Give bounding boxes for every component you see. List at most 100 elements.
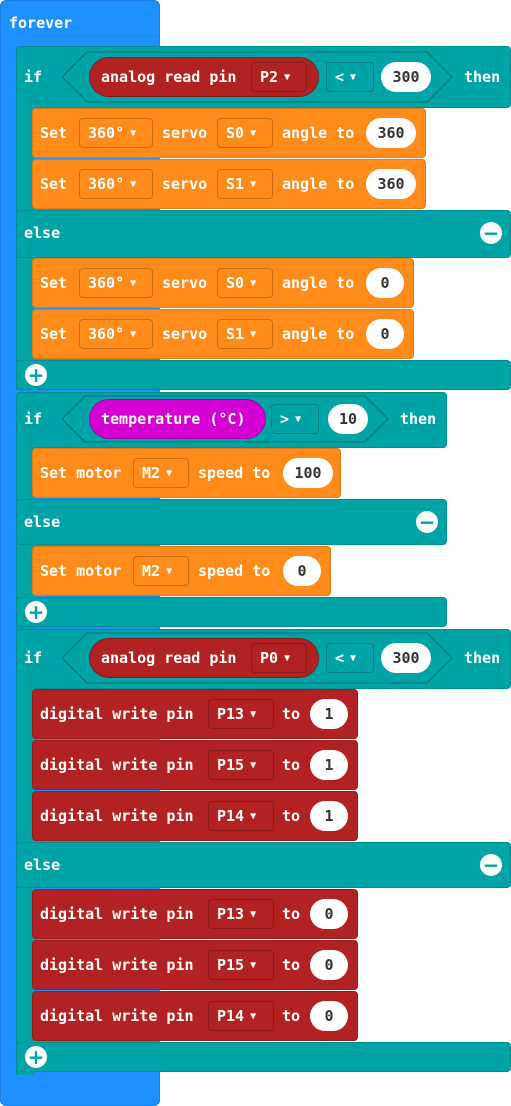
digital-write-label: digital write pin bbox=[40, 1007, 194, 1025]
threshold-input[interactable]: 10 bbox=[328, 404, 368, 434]
servo-type-dropdown[interactable]: 360° ▼ bbox=[79, 268, 153, 298]
analog-read-pin-label: analog read pin bbox=[101, 649, 237, 667]
servo-label: servo bbox=[162, 274, 208, 292]
angle-to-label: angle to bbox=[282, 325, 355, 343]
else-label: else bbox=[24, 513, 61, 531]
caret-down-icon: ▼ bbox=[250, 179, 257, 190]
if-block-2-footer bbox=[16, 597, 447, 627]
caret-down-icon: ▼ bbox=[350, 72, 357, 83]
digital-write-label: digital write pin bbox=[40, 705, 194, 723]
to-label: to bbox=[282, 705, 301, 723]
caret-down-icon: ▼ bbox=[350, 653, 357, 664]
pin-dropdown[interactable]: P2 ▼ bbox=[251, 62, 307, 92]
pin-dropdown[interactable]: P13 ▼ bbox=[208, 899, 274, 929]
servo-label: servo bbox=[162, 175, 208, 193]
speed-to-label: speed to bbox=[198, 562, 271, 580]
to-label: to bbox=[282, 956, 301, 974]
caret-down-icon: ▼ bbox=[166, 566, 173, 577]
motor-dropdown[interactable]: M2 ▼ bbox=[133, 556, 189, 586]
if-label: if bbox=[24, 410, 43, 428]
value-input[interactable]: 0 bbox=[310, 899, 348, 929]
pin-dropdown[interactable]: P14 ▼ bbox=[208, 801, 274, 831]
set-label: Set bbox=[40, 124, 68, 142]
if-label: if bbox=[24, 649, 43, 667]
pin-dropdown[interactable]: P15 ▼ bbox=[208, 950, 274, 980]
servo-type-dropdown[interactable]: 360° ▼ bbox=[79, 118, 153, 148]
pin-dropdown[interactable]: P15 ▼ bbox=[208, 750, 274, 780]
operator-dropdown[interactable]: > ▼ bbox=[271, 404, 319, 434]
angle-to-label: angle to bbox=[282, 274, 355, 292]
digital-write-label: digital write pin bbox=[40, 807, 194, 825]
operator-dropdown[interactable]: < ▼ bbox=[326, 643, 374, 673]
caret-down-icon: ▼ bbox=[250, 760, 257, 771]
value-input[interactable]: 0 bbox=[310, 1001, 348, 1031]
caret-down-icon: ▼ bbox=[250, 1011, 257, 1022]
caret-down-icon: ▼ bbox=[250, 909, 257, 920]
then-label: then bbox=[400, 410, 437, 428]
to-label: to bbox=[282, 756, 301, 774]
minus-circle-icon[interactable]: − bbox=[480, 222, 502, 244]
angle-to-label: angle to bbox=[282, 175, 355, 193]
caret-down-icon: ▼ bbox=[130, 329, 137, 340]
servo-channel-dropdown[interactable]: S1 ▼ bbox=[217, 169, 273, 199]
servo-type-dropdown[interactable]: 360° ▼ bbox=[79, 169, 153, 199]
if-block-1-footer bbox=[16, 360, 511, 390]
pin-dropdown[interactable]: P13 ▼ bbox=[208, 699, 274, 729]
caret-down-icon: ▼ bbox=[250, 128, 257, 139]
set-motor-label: Set motor bbox=[40, 464, 122, 482]
servo-channel-dropdown[interactable]: S0 ▼ bbox=[217, 268, 273, 298]
else-label: else bbox=[24, 224, 61, 242]
then-label: then bbox=[464, 649, 501, 667]
else-bar bbox=[16, 842, 511, 888]
caret-down-icon: ▼ bbox=[250, 329, 257, 340]
operator-dropdown[interactable]: < ▼ bbox=[326, 62, 374, 92]
angle-input[interactable]: 0 bbox=[366, 268, 404, 298]
if-block-3-footer bbox=[16, 1042, 511, 1072]
set-label: Set bbox=[40, 325, 68, 343]
threshold-input[interactable]: 300 bbox=[381, 643, 431, 673]
value-input[interactable]: 0 bbox=[310, 950, 348, 980]
caret-down-icon: ▼ bbox=[250, 811, 257, 822]
caret-down-icon: ▼ bbox=[250, 709, 257, 720]
pin-dropdown[interactable]: P14 ▼ bbox=[208, 1001, 274, 1031]
caret-down-icon: ▼ bbox=[284, 72, 291, 83]
else-bar bbox=[16, 210, 511, 258]
to-label: to bbox=[282, 905, 301, 923]
angle-to-label: angle to bbox=[282, 124, 355, 142]
minus-circle-icon[interactable]: − bbox=[480, 854, 502, 876]
pin-dropdown[interactable]: P0 ▼ bbox=[251, 643, 307, 673]
if-label: if bbox=[24, 68, 43, 86]
caret-down-icon: ▼ bbox=[166, 468, 173, 479]
caret-down-icon: ▼ bbox=[130, 128, 137, 139]
set-label: Set bbox=[40, 175, 68, 193]
caret-down-icon: ▼ bbox=[250, 960, 257, 971]
caret-down-icon: ▼ bbox=[295, 414, 302, 425]
servo-channel-dropdown[interactable]: S1 ▼ bbox=[217, 319, 273, 349]
motor-dropdown[interactable]: M2 ▼ bbox=[133, 458, 189, 488]
plus-circle-icon[interactable]: + bbox=[25, 601, 47, 623]
value-input[interactable]: 1 bbox=[310, 699, 348, 729]
set-label: Set bbox=[40, 274, 68, 292]
angle-input[interactable]: 0 bbox=[366, 319, 404, 349]
digital-write-label: digital write pin bbox=[40, 905, 194, 923]
minus-circle-icon[interactable]: − bbox=[416, 511, 438, 533]
servo-type-dropdown[interactable]: 360° ▼ bbox=[79, 319, 153, 349]
temperature-label: temperature (°C) bbox=[101, 410, 246, 428]
servo-label: servo bbox=[162, 325, 208, 343]
speed-input[interactable]: 0 bbox=[283, 556, 321, 586]
else-label: else bbox=[24, 856, 61, 874]
speed-input[interactable]: 100 bbox=[283, 458, 333, 488]
plus-circle-icon[interactable]: + bbox=[25, 364, 47, 386]
plus-circle-icon[interactable]: + bbox=[25, 1046, 47, 1068]
set-motor-label: Set motor bbox=[40, 562, 122, 580]
value-input[interactable]: 1 bbox=[310, 801, 348, 831]
angle-input[interactable]: 360 bbox=[366, 169, 416, 199]
angle-input[interactable]: 360 bbox=[366, 118, 416, 148]
caret-down-icon: ▼ bbox=[250, 278, 257, 289]
servo-channel-dropdown[interactable]: S0 ▼ bbox=[217, 118, 273, 148]
threshold-input[interactable]: 300 bbox=[381, 62, 431, 92]
digital-write-label: digital write pin bbox=[40, 756, 194, 774]
value-input[interactable]: 1 bbox=[310, 750, 348, 780]
forever-label: forever bbox=[9, 14, 73, 32]
analog-read-pin-label: analog read pin bbox=[101, 68, 237, 86]
